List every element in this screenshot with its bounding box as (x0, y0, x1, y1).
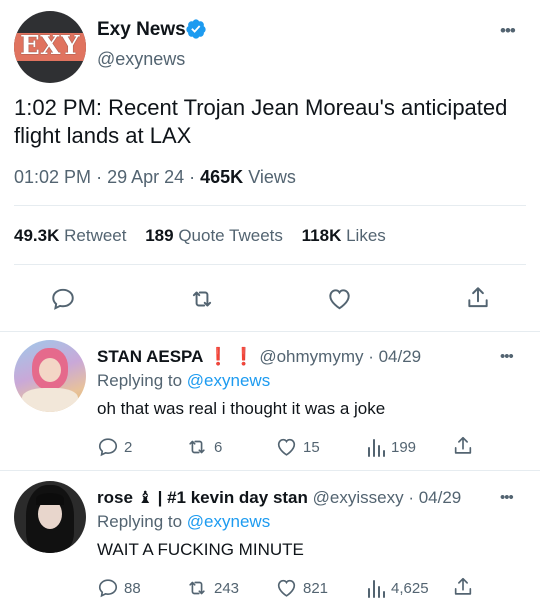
like-count: 15 (303, 438, 320, 456)
views-button[interactable]: 4,625 (366, 577, 429, 599)
views-button[interactable]: 199 (366, 436, 416, 458)
author-avatar[interactable]: EXY (14, 11, 86, 83)
reply-author-name[interactable]: rose (97, 488, 133, 507)
reply-icon (98, 438, 118, 457)
replying-to-link[interactable]: @exynews (187, 512, 270, 531)
more-icon[interactable]: ••• (500, 348, 514, 365)
share-icon[interactable] (452, 575, 474, 599)
retweet-icon[interactable] (188, 286, 216, 312)
views-count: 465K (200, 167, 244, 187)
retweets-stat[interactable]: 49.3K Retweet (14, 226, 126, 245)
reply-button[interactable]: 88 (97, 577, 141, 599)
reply-avatar[interactable] (14, 481, 86, 553)
reply-date: 04/29 (418, 488, 462, 507)
quotes-stat[interactable]: 189 Quote Tweets (145, 226, 283, 245)
views-icon (368, 439, 385, 457)
reply-author-handle[interactable]: @exyissexy (313, 488, 404, 507)
avatar-logo-text: EXY (19, 31, 81, 61)
reply-author-name[interactable]: STAN AESPA (97, 347, 203, 366)
reply-count: 88 (124, 579, 141, 597)
more-icon[interactable]: ••• (500, 22, 516, 39)
reply-date: 04/29 (378, 347, 422, 366)
reply-avatar[interactable] (14, 340, 86, 412)
views-count: 199 (391, 438, 417, 456)
retweet-button[interactable]: 6 (185, 436, 222, 458)
like-icon (277, 438, 296, 456)
tweet-meta: 01:02 PM · 29 Apr 24 · 465K Views (14, 167, 296, 187)
like-button[interactable]: 821 (275, 577, 328, 599)
replying-to: Replying to @exynews (97, 512, 271, 531)
reply-icon[interactable] (50, 286, 76, 312)
divider (0, 331, 540, 332)
replying-to: Replying to @exynews (97, 371, 271, 390)
retweet-icon (189, 581, 205, 595)
tweet-stats: 49.3K Retweet 189 Quote Tweets 118K Like… (14, 226, 386, 246)
tweet-body: 1:02 PM: Recent Trojan Jean Moreau's ant… (14, 95, 508, 148)
retweet-button[interactable]: 243 (185, 577, 239, 599)
reply-icon (98, 579, 118, 598)
retweet-count: 243 (214, 579, 240, 597)
more-icon[interactable]: ••• (500, 489, 514, 506)
verified-badge-icon (186, 19, 206, 39)
divider (0, 470, 540, 471)
divider (14, 205, 526, 206)
divider (14, 264, 526, 265)
retweet-count: 6 (214, 438, 223, 456)
like-icon (277, 579, 296, 597)
like-button[interactable]: 15 (275, 436, 320, 458)
name-emoji: ❗ ❗ (207, 347, 255, 366)
tweet-time: 01:02 PM (14, 167, 92, 187)
like-count: 821 (303, 579, 329, 597)
tweet-date: 29 Apr 24 (107, 167, 185, 187)
name-suffix: ♝ | #1 kevin day stan (137, 488, 308, 507)
reply-count: 2 (124, 438, 133, 456)
share-icon[interactable] (465, 284, 491, 312)
views-label: Views (248, 167, 296, 187)
reply-author-handle[interactable]: @ohmymymy (259, 347, 363, 366)
retweet-icon (189, 440, 205, 454)
views-count: 4,625 (391, 579, 429, 597)
share-icon[interactable] (452, 434, 474, 458)
author-name[interactable]: Exy News (97, 19, 186, 41)
views-icon (368, 580, 385, 598)
reply-author-line: STAN AESPA ❗ ❗ @ohmymymy · 04/29 (97, 347, 422, 366)
replying-to-link[interactable]: @exynews (187, 371, 270, 390)
reply-author-line: rose ♝ | #1 kevin day stan @exyissexy · … (97, 488, 462, 507)
likes-stat[interactable]: 118K Likes (302, 226, 386, 245)
reply-body: oh that was real i thought it was a joke (97, 399, 386, 418)
like-icon[interactable] (326, 286, 353, 312)
reply-button[interactable]: 2 (97, 436, 132, 458)
reply-body: WAIT A FUCKING MINUTE (97, 540, 304, 559)
author-handle[interactable]: @exynews (97, 49, 185, 70)
